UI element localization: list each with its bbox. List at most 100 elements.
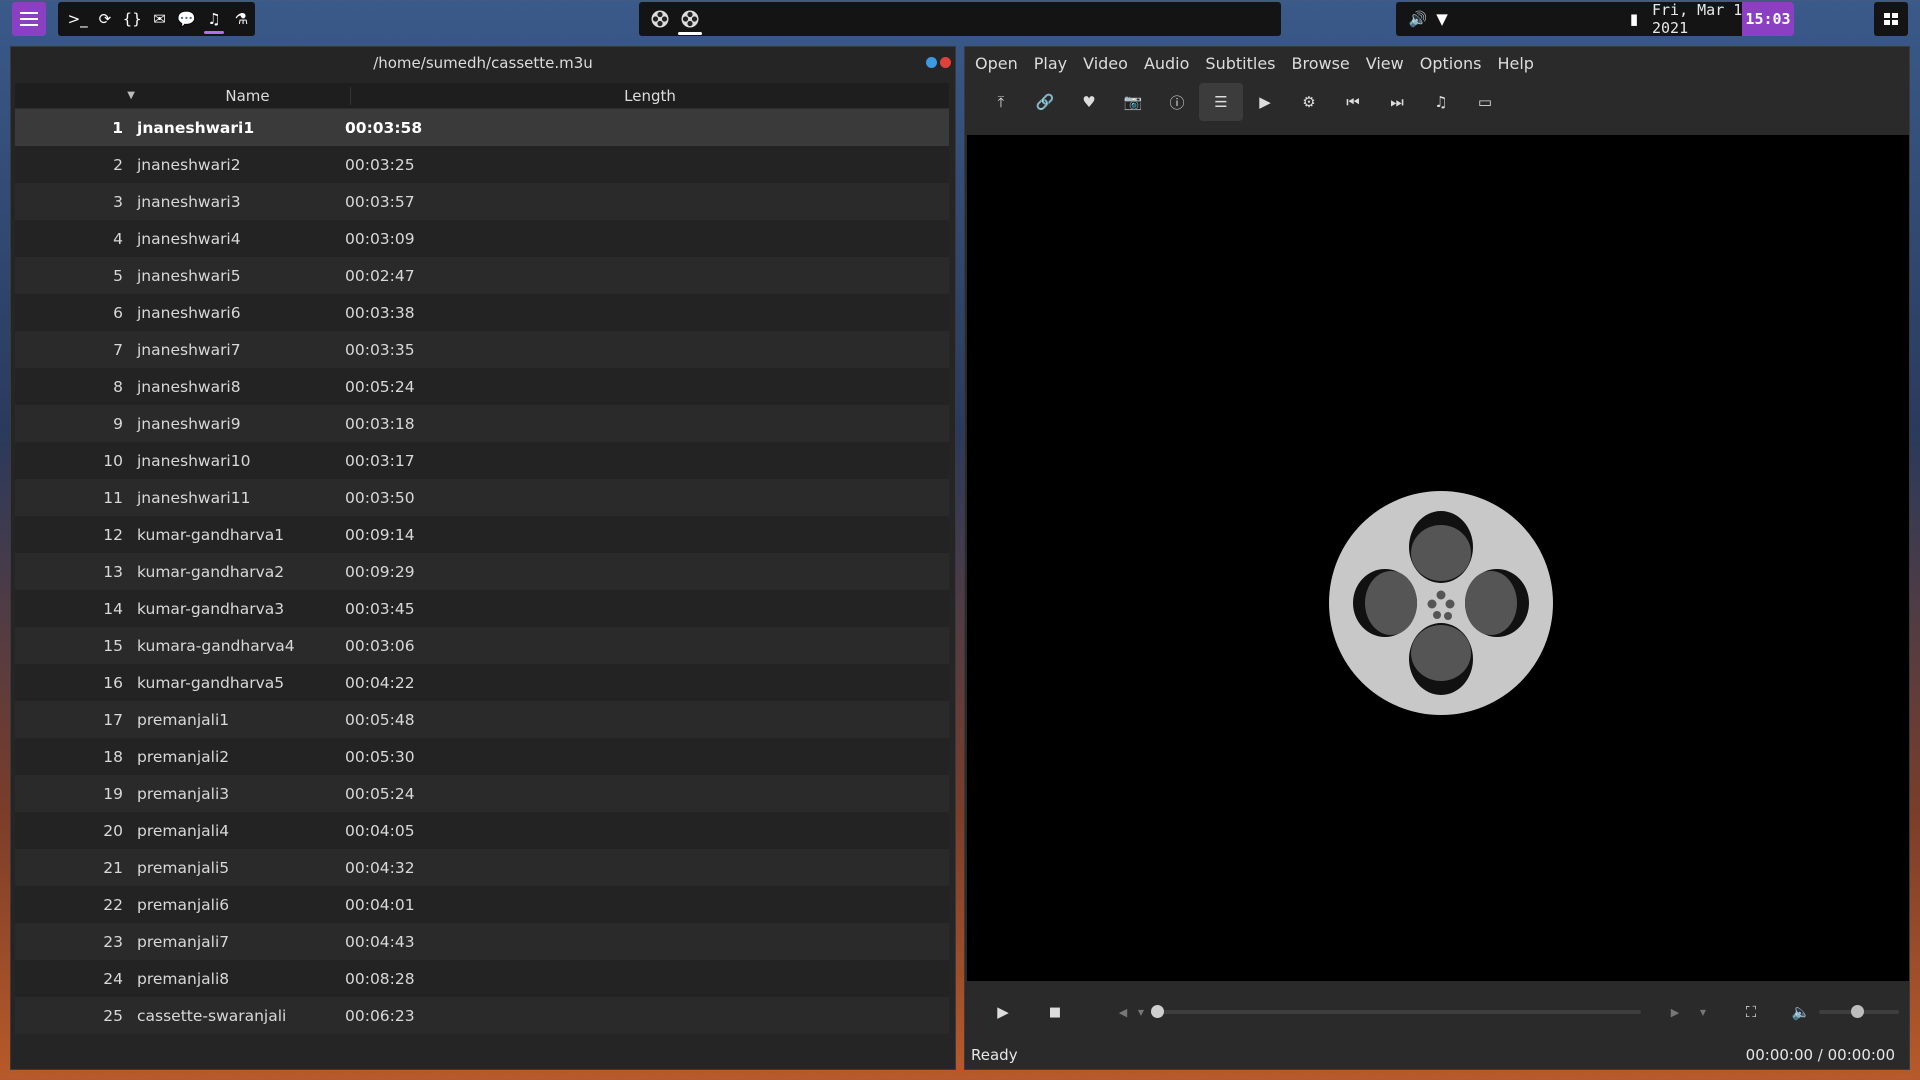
link-button[interactable]: 🔗 [1023,83,1067,121]
playlist-row[interactable]: 13 kumar-gandharva2 00:09:29 [15,553,949,590]
film-reel-icon [681,10,699,28]
menu-view[interactable]: View [1366,54,1404,73]
playlist-row[interactable]: 4 jnaneshwari4 00:03:09 [15,220,949,257]
track-length: 00:03:38 [345,303,415,322]
screenshot-icon: 📷 [1123,93,1143,111]
volume-slider[interactable] [1819,1005,1899,1018]
taskbar-item[interactable] [645,2,675,36]
track-length: 00:04:05 [345,821,415,840]
playlist-row[interactable]: 16 kumar-gandharva5 00:04:22 [15,664,949,701]
open-file-icon: ⤒ [997,93,1005,111]
playlist-row[interactable]: 24 premanjali8 00:08:28 [15,960,949,997]
playlist-row[interactable]: 11 jnaneshwari11 00:03:50 [15,479,949,516]
playlist-row[interactable]: 20 premanjali4 00:04:05 [15,812,949,849]
track-number: 10 [103,451,123,470]
volume-icon[interactable]: 🔊 [1406,10,1430,28]
launcher-terminal[interactable]: >_ [64,2,91,36]
audio-track-button[interactable]: ♫ [1419,83,1463,121]
track-number: 21 [103,858,123,877]
film-reel-icon [651,10,669,28]
track-length: 00:03:06 [345,636,415,655]
playlist-row[interactable]: 10 jnaneshwari10 00:03:17 [15,442,949,479]
volume-handle[interactable] [1851,1005,1865,1018]
fullscreen-button[interactable]: ⛶ [1731,992,1771,1032]
playlist-row[interactable]: 9 jnaneshwari9 00:03:18 [15,405,949,442]
stop-button[interactable]: ■ [1035,992,1075,1032]
playlist-row[interactable]: 2 jnaneshwari2 00:03:25 [15,146,949,183]
menu-audio[interactable]: Audio [1144,54,1189,73]
menu-subtitles[interactable]: Subtitles [1205,54,1275,73]
playlist-row[interactable]: 12 kumar-gandharva1 00:09:14 [15,516,949,553]
column-header-name[interactable]: Name [145,86,351,105]
chat-icon: 💬 [177,10,197,28]
close-button[interactable] [940,57,951,68]
video-area[interactable] [967,135,1909,981]
favorites-button[interactable]: ♥ [1067,83,1111,121]
playlist-row[interactable]: 18 premanjali2 00:05:30 [15,738,949,775]
playlist-row[interactable]: 14 kumar-gandharva3 00:03:45 [15,590,949,627]
track-number: 15 [103,636,123,655]
playback-controls: ▶ ■ ◀ ▼ ▶ ▼ ⛶ 🔈 [967,982,1909,1042]
app-menu-button[interactable] [12,2,46,36]
playlist-row[interactable]: 8 jnaneshwari8 00:05:24 [15,368,949,405]
menu-open[interactable]: Open [975,54,1018,73]
menu-help[interactable]: Help [1497,54,1533,73]
playlist-row[interactable]: 3 jnaneshwari3 00:03:57 [15,183,949,220]
launcher-chat[interactable]: 💬 [173,2,200,36]
track-name: jnaneshwari9 [137,414,241,433]
open-file-button[interactable]: ⤒ [979,83,1023,121]
mute-button[interactable]: 🔈 [1781,992,1821,1032]
playlist-row[interactable]: 17 premanjali1 00:05:48 [15,701,949,738]
menu-options[interactable]: Options [1420,54,1482,73]
seek-forward-menu-icon[interactable]: ▼ [1683,992,1723,1032]
playlist-row[interactable]: 23 premanjali7 00:04:43 [15,923,949,960]
maximize-button[interactable] [926,57,937,68]
playlist-row[interactable]: 19 premanjali3 00:05:24 [15,775,949,812]
seek-handle[interactable] [1151,1005,1164,1018]
menu-video[interactable]: Video [1083,54,1128,73]
track-number: 23 [103,932,123,951]
launcher-flask[interactable]: ⚗ [228,2,255,36]
playlist-row[interactable]: 21 premanjali5 00:04:32 [15,849,949,886]
track-name: jnaneshwari8 [137,377,241,396]
launcher-code-braces[interactable]: {} [119,2,146,36]
previous-button[interactable]: ⏮ [1331,83,1375,121]
battery-icon[interactable]: ▮ [1622,10,1646,28]
menu-browse[interactable]: Browse [1292,54,1350,73]
playlist-row[interactable]: 25 cassette-swaranjali 00:06:23 [15,997,949,1034]
app-grid-button[interactable] [1874,2,1908,36]
track-length: 00:06:23 [345,1006,415,1025]
playlist-row[interactable]: 5 jnaneshwari5 00:02:47 [15,257,949,294]
seek-slider[interactable] [1151,1005,1641,1018]
settings-button[interactable]: ⚙ [1287,83,1331,121]
info-button[interactable]: ⓘ [1155,83,1199,121]
playlist-button[interactable]: ☰ [1199,83,1243,121]
menu-play[interactable]: Play [1034,54,1067,73]
launcher-mail[interactable]: ✉ [146,2,173,36]
hamburger-menu-icon [20,12,38,26]
playlist-row[interactable]: 15 kumara-gandharva4 00:03:06 [15,627,949,664]
track-name: jnaneshwari1 [137,118,255,137]
launcher-music[interactable]: ♫ [200,2,227,36]
track-name: premanjali3 [137,784,230,803]
screenshot-button[interactable]: 📷 [1111,83,1155,121]
play-button[interactable]: ▶ [983,992,1023,1032]
playlist-row[interactable]: 1 jnaneshwari1 00:03:58 [15,109,949,146]
track-name: kumara-gandharva4 [137,636,295,655]
mail-icon: ✉ [153,10,166,28]
launcher-refresh[interactable]: ⟳ [91,2,118,36]
taskbar-item[interactable] [675,2,705,36]
status-text: Ready [971,1046,1018,1064]
video-button[interactable]: ▶ [1243,83,1287,121]
column-header-length[interactable]: Length [351,87,949,105]
playlist-row[interactable]: 6 jnaneshwari6 00:03:38 [15,294,949,331]
clock-time[interactable]: 15:03 [1742,2,1794,36]
wifi-icon[interactable]: ▼ [1430,10,1454,28]
next-button[interactable]: ⏭ [1375,83,1419,121]
track-length: 00:03:58 [345,118,423,137]
track-length: 00:03:50 [345,488,415,507]
playlist-row[interactable]: 22 premanjali6 00:04:01 [15,886,949,923]
playlist-row[interactable]: 7 jnaneshwari7 00:03:35 [15,331,949,368]
sort-order-icon[interactable]: ▼ [15,90,145,101]
subtitles-button[interactable]: ▭ [1463,83,1507,121]
